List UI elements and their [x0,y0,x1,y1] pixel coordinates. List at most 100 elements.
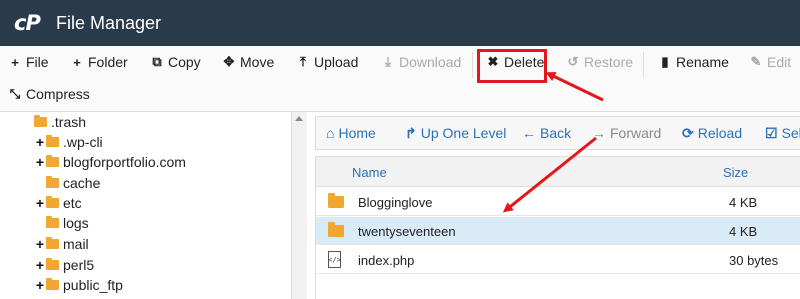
toolbar: + File + Folder ⧉ Copy ✥ Move ⤒ Upload ⤓… [0,46,800,112]
tree-item-label: perl5 [63,257,95,273]
select-all-button[interactable]: ☑ Sel [765,117,800,149]
reload-label: Reload [697,125,743,141]
arrow-right-icon: → [592,125,606,141]
tree-item-cache[interactable]: cache [46,173,100,193]
scroll-up-icon[interactable] [295,116,303,121]
compress-icon: ⤡ [9,86,21,101]
download-button[interactable]: ⤓ Download [381,48,461,76]
tree-item-label: .wp-cli [63,134,103,150]
expand-icon[interactable]: + [34,134,46,150]
expand-icon[interactable]: + [34,154,46,170]
move-label: Move [240,54,275,70]
folder-icon [46,258,59,270]
tree-item-label: logs [63,215,89,231]
file-size: 30 bytes [729,252,779,268]
folder-icon [46,135,59,147]
file-size: 4 KB [729,194,758,210]
up-one-level-button[interactable]: ↱ Up One Level [405,117,506,149]
tree-item-trash[interactable]: .trash [34,112,86,132]
download-icon: ⤓ [385,54,391,69]
column-size-header[interactable]: Size [723,157,748,187]
edit-label: Edit [767,54,792,70]
file-name: index.php [358,252,415,268]
folder-icon [34,115,47,127]
download-label: Download [399,54,462,70]
tree-item-perl5[interactable]: + perl5 [34,255,94,275]
toolbar-divider [472,52,473,78]
expand-icon[interactable]: + [34,195,46,211]
rename-label: Rename [676,54,729,70]
folder-icon [46,176,59,188]
navigation-bar: ⌂ Home ↱ Up One Level ← Back → Forward ⟳… [315,116,800,150]
tree-item-etc[interactable]: + etc [34,193,82,213]
back-button[interactable]: ← Back [522,117,571,149]
compress-button[interactable]: ⤡ Compress [8,80,90,108]
select-all-label: Sel [781,125,800,141]
restore-label: Restore [584,54,634,70]
delete-highlight-box [477,49,547,83]
toolbar-divider [643,52,644,78]
code-file-icon: </> [328,251,341,268]
refresh-icon: ⟳ [682,124,694,141]
expand-icon[interactable]: + [34,277,46,293]
upload-button[interactable]: ⤒ Upload [296,48,358,76]
folder-icon [46,278,59,290]
edit-button[interactable]: ✎ Edit [749,48,792,76]
tree-item-logs[interactable]: logs [46,213,89,233]
folder-icon [328,222,344,237]
table-header: Name Size [316,157,800,187]
tree-item-label: etc [63,195,82,211]
tree-item-label: cache [63,175,101,191]
expand-icon[interactable]: + [34,236,46,252]
folder-icon [46,155,59,167]
table-row[interactable]: </> index.php 30 bytes [316,246,800,274]
forward-label: Forward [610,125,662,141]
new-folder-label: Folder [88,54,128,70]
file-table: Name Size Blogginglove 4 KB twentysevent… [315,156,800,299]
tree-item-blogforportfolio[interactable]: + blogforportfolio.com [34,152,186,172]
folder-icon [46,196,59,208]
column-name-header[interactable]: Name [352,157,387,187]
restore-button[interactable]: ↺ Restore [566,48,633,76]
table-row[interactable]: twentyseventeen 4 KB [316,217,800,245]
restore-icon: ↺ [567,54,579,69]
folder-tree: .trash + .wp-cli + blogforportfolio.com … [0,112,290,299]
tree-item-public-ftp[interactable]: + public_ftp [34,275,123,295]
tree-item-wp-cli[interactable]: + .wp-cli [34,132,103,152]
copy-label: Copy [168,54,201,70]
table-row[interactable]: Blogginglove 4 KB [316,188,800,216]
checkbox-icon: ☑ [765,124,778,141]
new-file-label: File [26,54,49,70]
level-up-icon: ↱ [405,124,417,141]
tree-item-label: mail [63,236,89,252]
file-name: twentyseventeen [358,223,456,239]
document-icon: ▮ [661,54,669,69]
move-button[interactable]: ✥ Move [222,48,275,76]
home-button[interactable]: ⌂ Home [326,117,376,149]
app-title: File Manager [56,12,162,33]
upload-label: Upload [314,54,359,70]
pencil-icon: ✎ [750,54,762,69]
up-one-level-label: Up One Level [420,125,507,141]
forward-button[interactable]: → Forward [592,117,661,149]
rename-button[interactable]: ▮ Rename [658,48,729,76]
tree-item-label: blogforportfolio.com [63,154,186,170]
tree-item-mail[interactable]: + mail [34,234,89,254]
copy-button[interactable]: ⧉ Copy [150,48,201,76]
new-folder-button[interactable]: + Folder [70,48,128,76]
file-size: 4 KB [729,223,758,239]
back-label: Back [540,125,572,141]
cpanel-logo: cP [14,11,41,35]
file-name: Blogginglove [358,194,433,210]
folder-icon [46,237,59,249]
home-icon: ⌂ [326,125,335,141]
arrow-left-icon: ← [522,125,536,141]
folder-icon [46,216,59,228]
folder-icon [328,193,344,208]
expand-icon[interactable]: + [34,257,46,273]
tree-item-label: public_ftp [63,277,123,293]
reload-button[interactable]: ⟳ Reload [682,117,742,149]
upload-icon: ⤒ [300,54,306,69]
tree-scrollbar[interactable] [291,112,307,299]
new-file-button[interactable]: + File [8,48,49,76]
